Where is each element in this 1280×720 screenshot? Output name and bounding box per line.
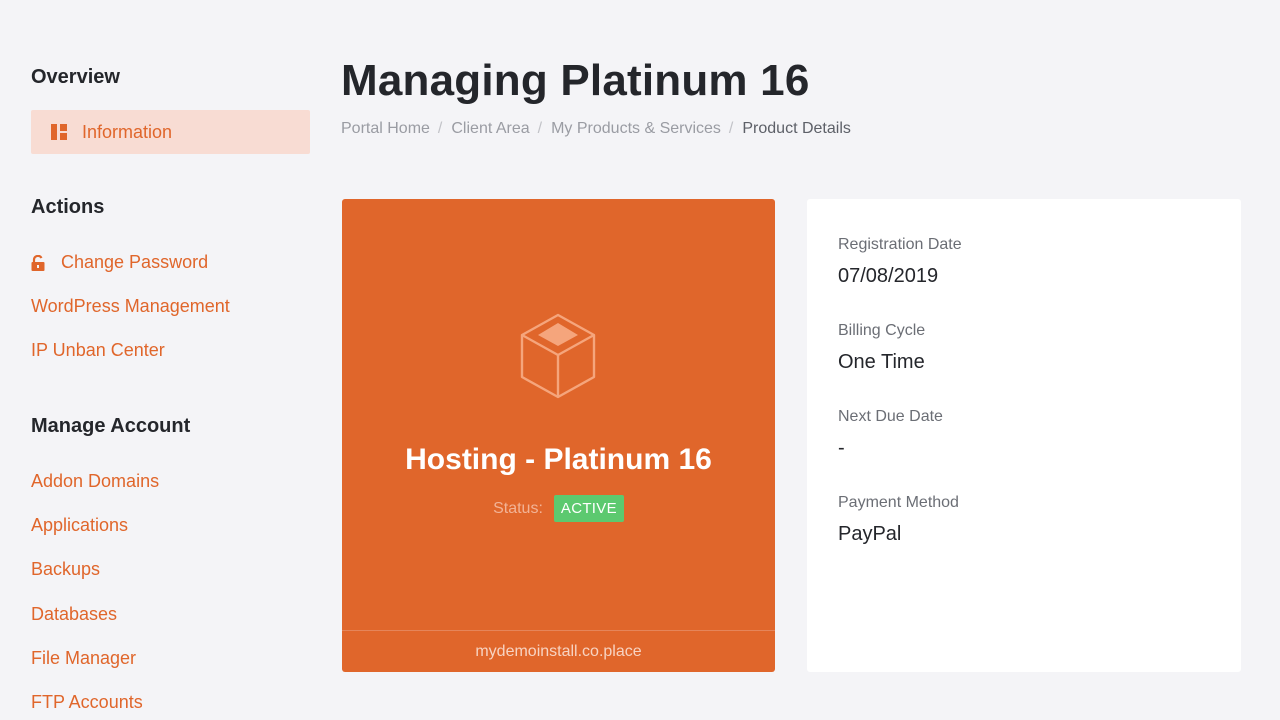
sidebar-item-backups[interactable]: Backups (31, 559, 100, 580)
sidebar-item-change-password[interactable]: Change Password (31, 252, 208, 273)
breadcrumb-my-products-services[interactable]: My Products & Services (551, 120, 721, 138)
sidebar-item-ftp-accounts[interactable]: FTP Accounts (31, 692, 143, 713)
sidebar-heading-actions: Actions (31, 196, 105, 218)
status-badge: ACTIVE (553, 495, 624, 522)
status-label: Status: (493, 499, 543, 517)
sidebar-item-addon-domains[interactable]: Addon Domains (31, 471, 159, 492)
payment-method-value: PayPal (838, 523, 902, 545)
dashboard-icon (51, 124, 67, 140)
breadcrumb-separator: / (537, 120, 543, 137)
sidebar-item-label: Change Password (61, 252, 209, 272)
sidebar-item-databases[interactable]: Databases (31, 604, 117, 625)
billing-cycle-value: One Time (838, 351, 925, 373)
payment-method-label: Payment Method (838, 494, 959, 511)
sidebar-heading-manage-account: Manage Account (31, 415, 191, 437)
breadcrumb: Portal Home / Client Area / My Products … (341, 120, 851, 138)
breadcrumb-client-area[interactable]: Client Area (451, 120, 529, 138)
sidebar-item-applications[interactable]: Applications (31, 515, 128, 536)
breadcrumb-separator: / (728, 120, 734, 137)
next-due-date-label: Next Due Date (838, 408, 943, 425)
sidebar-item-information[interactable]: Information (31, 110, 310, 154)
status-row: Status: ACTIVE (342, 495, 775, 522)
sidebar-item-label: Information (82, 121, 173, 142)
billing-cycle-label: Billing Cycle (838, 322, 926, 339)
sidebar-heading-overview: Overview (31, 66, 120, 88)
sidebar-item-wordpress-management[interactable]: WordPress Management (31, 296, 230, 317)
breadcrumb-current: Product Details (742, 120, 851, 137)
breadcrumb-separator: / (437, 120, 443, 137)
registration-date-value: 07/08/2019 (838, 265, 939, 287)
lock-icon (31, 254, 45, 271)
product-name: Hosting - Platinum 16 (405, 443, 712, 476)
product-card: Hosting - Platinum 16 Status: ACTIVE myd… (342, 199, 775, 672)
sidebar-item-file-manager[interactable]: File Manager (31, 648, 136, 669)
page-title: Managing Platinum 16 (341, 56, 810, 105)
box-icon (520, 313, 596, 399)
next-due-date-value: - (838, 437, 845, 459)
sidebar-item-ip-unban-center[interactable]: IP Unban Center (31, 340, 165, 361)
details-card: Registration Date 07/08/2019 Billing Cyc… (807, 199, 1241, 672)
product-domain[interactable]: mydemoinstall.co.place (342, 630, 775, 672)
registration-date-label: Registration Date (838, 236, 962, 253)
breadcrumb-portal-home[interactable]: Portal Home (341, 120, 430, 138)
